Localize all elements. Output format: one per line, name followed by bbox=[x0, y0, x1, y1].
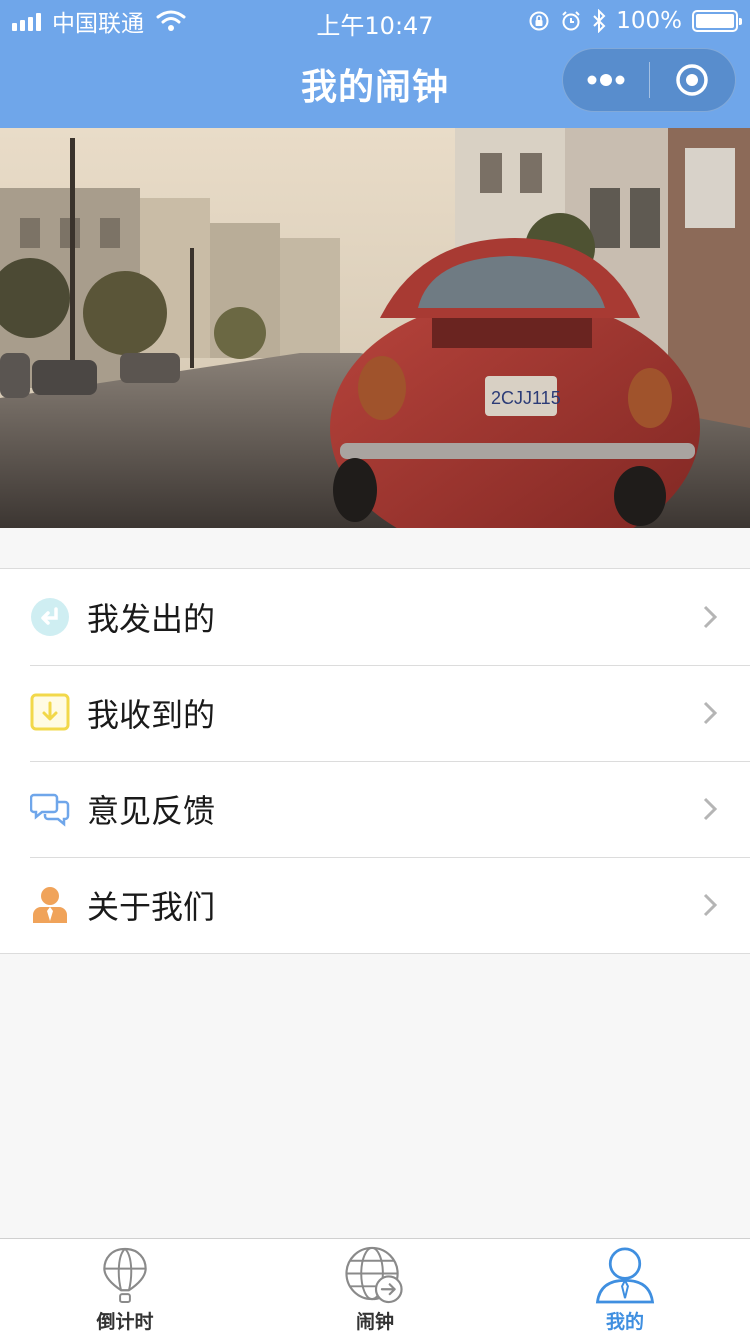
menu-item-label: 我发出的 bbox=[87, 600, 216, 638]
globe-arrow-icon bbox=[345, 1246, 403, 1304]
menu-item-sent[interactable]: 我发出的 bbox=[0, 569, 750, 665]
chevron-right-icon bbox=[703, 605, 718, 629]
menu-item-label: 意见反馈 bbox=[87, 792, 216, 830]
rotation-lock-icon bbox=[529, 11, 549, 31]
svg-text:2CJJ115: 2CJJ115 bbox=[491, 388, 561, 408]
alarm-icon bbox=[562, 11, 580, 31]
tab-bar: 倒计时 闹钟 我的 bbox=[0, 1238, 750, 1334]
more-dots-icon bbox=[587, 74, 625, 86]
menu-item-about[interactable]: 关于我们 bbox=[0, 857, 750, 953]
close-miniprogram-button[interactable] bbox=[650, 49, 736, 111]
header: 中国联通 上午10:47 100% 我的闹钟 bbox=[0, 0, 750, 128]
menu-item-feedback[interactable]: 意见反馈 bbox=[0, 761, 750, 857]
battery-icon bbox=[692, 10, 742, 32]
tab-label: 倒计时 bbox=[96, 1311, 154, 1333]
tab-countdown[interactable]: 倒计时 bbox=[0, 1239, 250, 1334]
tab-label: 闹钟 bbox=[355, 1311, 394, 1333]
menu-item-label: 我收到的 bbox=[87, 696, 216, 734]
tab-alarm[interactable]: 闹钟 bbox=[250, 1239, 500, 1334]
chevron-right-icon bbox=[703, 797, 718, 821]
more-button[interactable] bbox=[563, 49, 649, 111]
user-icon bbox=[595, 1247, 655, 1304]
tab-mine[interactable]: 我的 bbox=[500, 1239, 750, 1334]
return-arrow-icon bbox=[30, 597, 70, 637]
menu-item-label: 关于我们 bbox=[87, 888, 216, 926]
balloon-icon bbox=[103, 1247, 147, 1304]
menu-list: 我发出的 我收到的 意见反馈 关于我们 bbox=[0, 568, 750, 954]
target-circle-icon bbox=[676, 64, 708, 96]
banner-image: 2CJJ115 bbox=[0, 128, 750, 528]
bluetooth-icon bbox=[593, 9, 606, 33]
tab-label: 我的 bbox=[605, 1311, 644, 1333]
battery-level bbox=[696, 14, 734, 28]
chevron-right-icon bbox=[703, 701, 718, 725]
menu-item-received[interactable]: 我收到的 bbox=[0, 665, 750, 761]
person-icon bbox=[30, 885, 70, 925]
battery-percent: 100% bbox=[616, 8, 682, 34]
download-box-icon bbox=[30, 693, 70, 733]
miniprogram-capsule bbox=[562, 48, 736, 112]
car-street-photo: 2CJJ115 bbox=[0, 128, 750, 528]
status-bar: 中国联通 上午10:47 100% bbox=[0, 0, 750, 40]
chat-bubbles-icon bbox=[30, 789, 70, 829]
chevron-right-icon bbox=[703, 893, 718, 917]
